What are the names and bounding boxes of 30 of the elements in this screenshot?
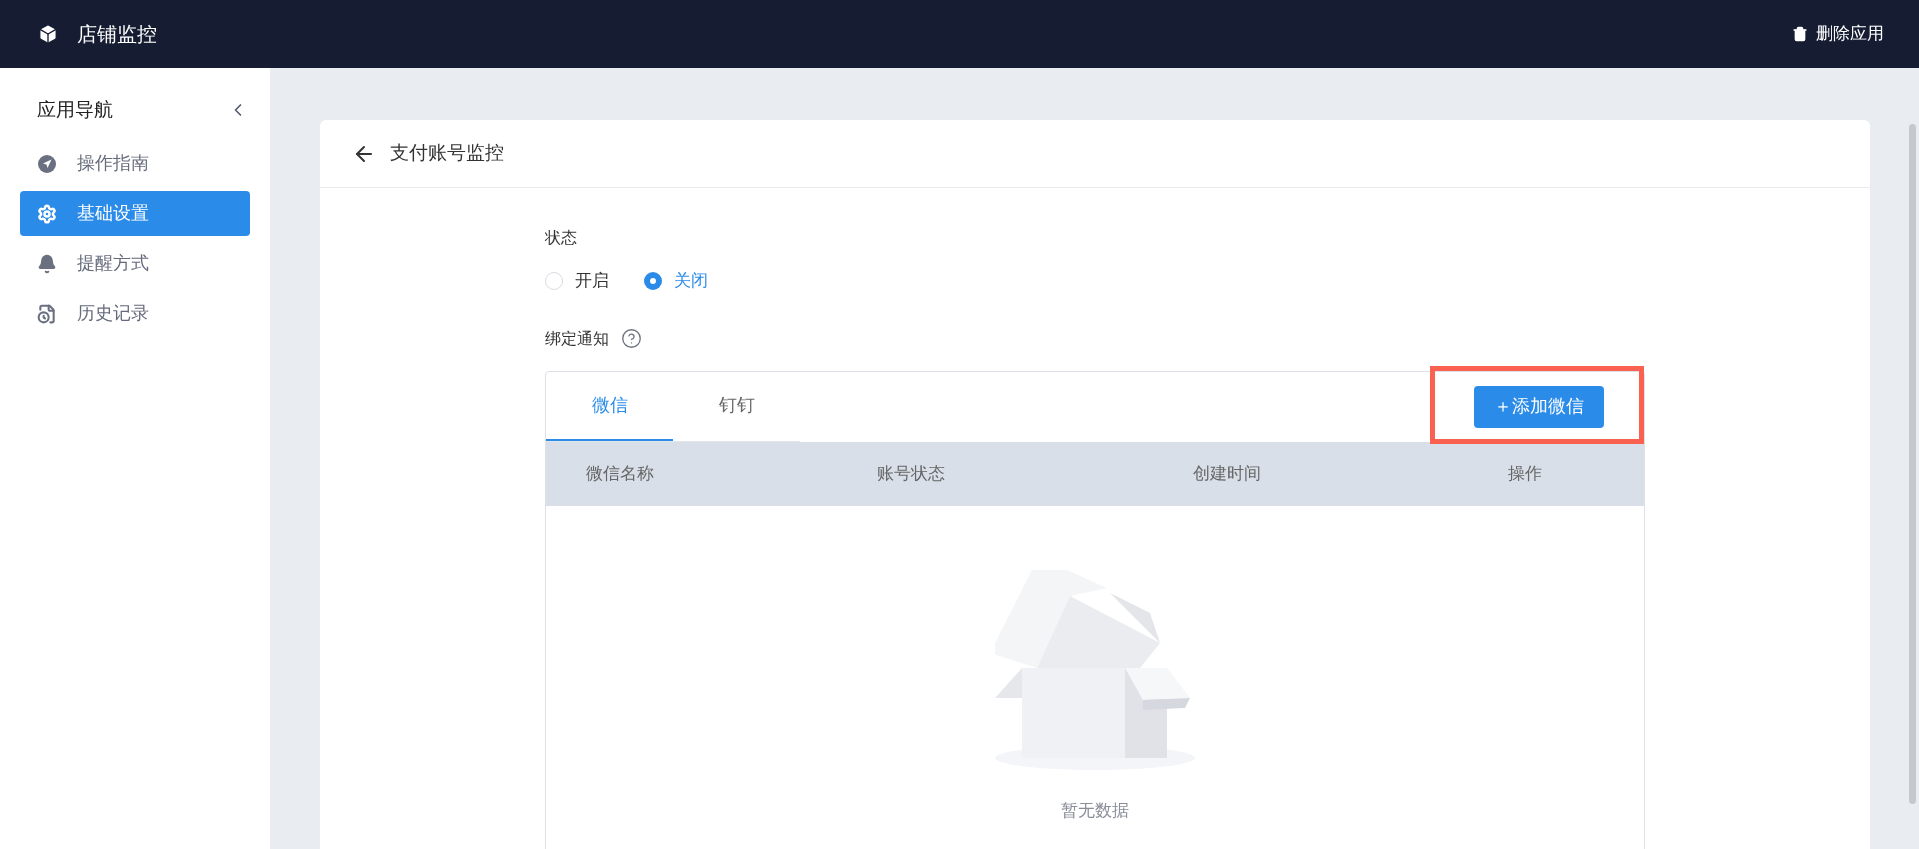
sidebar-item[interactable]: 提醒方式	[20, 241, 250, 286]
add-wechat-button[interactable]: ＋添加微信	[1474, 385, 1604, 428]
sidebar-item[interactable]: 操作指南	[20, 141, 250, 186]
help-icon[interactable]	[621, 328, 642, 349]
empty-text: 暂无数据	[1061, 799, 1129, 822]
sidebar-title: 应用导航	[37, 97, 113, 122]
scrollbar-thumb[interactable]	[1908, 124, 1916, 804]
column-header: 微信名称	[586, 463, 654, 483]
radio-option[interactable]: 关闭	[644, 268, 708, 294]
column-header: 账号状态	[877, 463, 945, 483]
bell-icon	[37, 253, 57, 274]
status-label: 状态	[545, 228, 577, 248]
column-header: 操作	[1508, 463, 1542, 483]
page-title: 支付账号监控	[390, 141, 504, 166]
radio-button[interactable]	[644, 271, 662, 290]
app-title: 店铺监控	[77, 22, 157, 47]
tab[interactable]: 微信	[546, 371, 673, 441]
sidebar-item[interactable]: 基础设置	[20, 191, 250, 236]
cube-icon	[37, 23, 59, 45]
sidebar-item[interactable]: 历史记录	[20, 291, 250, 336]
radio-option[interactable]: 开启	[545, 268, 609, 294]
trash-icon	[1792, 26, 1808, 42]
tab[interactable]: 钉钉	[673, 371, 800, 441]
column-header: 创建时间	[1193, 463, 1261, 483]
document-clock-icon	[37, 303, 57, 324]
radio-button[interactable]	[545, 271, 563, 290]
delete-app-button[interactable]: 删除应用	[1792, 21, 1884, 47]
gear-icon	[37, 203, 57, 224]
binding-label: 绑定通知	[545, 328, 609, 349]
navigation-icon	[37, 153, 57, 174]
